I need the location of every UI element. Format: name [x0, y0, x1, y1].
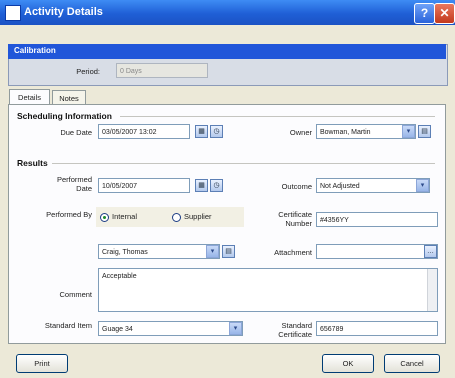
results-section-title: Results — [17, 158, 48, 168]
window-title: Activity Details — [24, 6, 103, 18]
radio-internal-label: Internal — [112, 212, 138, 221]
calendar-icon[interactable]: ▦ — [195, 125, 208, 138]
clock-icon[interactable]: ◷ — [210, 125, 223, 138]
due-date-label: Due Date — [60, 128, 92, 137]
ok-button[interactable]: OK — [322, 354, 374, 373]
scheduling-section-title: Scheduling Information — [17, 111, 112, 121]
ellipsis-icon[interactable]: … — [424, 245, 437, 258]
performed-date-input[interactable]: 10/05/2007 — [98, 178, 190, 193]
window-icon — [5, 5, 21, 21]
performed-date-label: Performed Date — [56, 175, 92, 193]
standard-item-label: Standard Item — [44, 321, 92, 330]
radio-internal[interactable] — [100, 213, 109, 222]
standard-item-select[interactable]: Guage 34 — [98, 321, 243, 336]
comment-label: Comment — [59, 290, 92, 299]
clock-icon[interactable]: ◷ — [210, 179, 223, 192]
comment-scrollbar[interactable] — [427, 269, 437, 311]
attachment-label: Attachment — [274, 248, 312, 257]
performer-select[interactable]: Craig, Thomas — [98, 244, 220, 259]
scheduling-separator — [120, 116, 435, 117]
lookup-icon[interactable]: ▤ — [418, 125, 431, 138]
certificate-number-input[interactable]: #4356YY — [316, 212, 438, 227]
certificate-number-label: Certificate Number — [278, 210, 312, 228]
tab-notes[interactable]: Notes — [52, 90, 86, 105]
chevron-down-icon[interactable]: ▾ — [402, 125, 415, 138]
period-field: 0 Days — [116, 63, 208, 78]
outcome-select[interactable]: Not Adjusted — [316, 178, 430, 193]
due-date-input[interactable]: 03/05/2007 13:02 — [98, 124, 190, 139]
lookup-icon[interactable]: ▤ — [222, 245, 235, 258]
standard-certificate-label: Standard Certificate — [278, 321, 312, 339]
performed-by-label: Performed By — [46, 210, 92, 219]
close-button[interactable]: ✕ — [434, 3, 455, 24]
print-button[interactable]: Print — [16, 354, 68, 373]
chevron-down-icon[interactable]: ▾ — [206, 245, 219, 258]
tab-details[interactable]: Details — [9, 89, 50, 105]
calibration-header — [8, 44, 446, 59]
results-separator — [52, 163, 435, 164]
owner-select[interactable]: Bowman, Martin — [316, 124, 416, 139]
comment-textarea[interactable]: Acceptable — [98, 268, 438, 312]
owner-label: Owner — [289, 128, 312, 137]
outcome-label: Outcome — [281, 182, 312, 191]
chevron-down-icon[interactable]: ▾ — [229, 322, 242, 335]
calendar-icon[interactable]: ▦ — [195, 179, 208, 192]
chevron-down-icon[interactable]: ▾ — [416, 179, 429, 192]
radio-supplier-label: Supplier — [184, 212, 212, 221]
standard-certificate-input[interactable]: 656789 — [316, 321, 438, 336]
calibration-title: Calibration — [14, 46, 56, 55]
cancel-button[interactable]: Cancel — [384, 354, 440, 373]
period-label: Period: — [76, 67, 100, 76]
help-button[interactable]: ? — [414, 3, 435, 24]
radio-supplier[interactable] — [172, 213, 181, 222]
attachment-input[interactable] — [316, 244, 438, 259]
